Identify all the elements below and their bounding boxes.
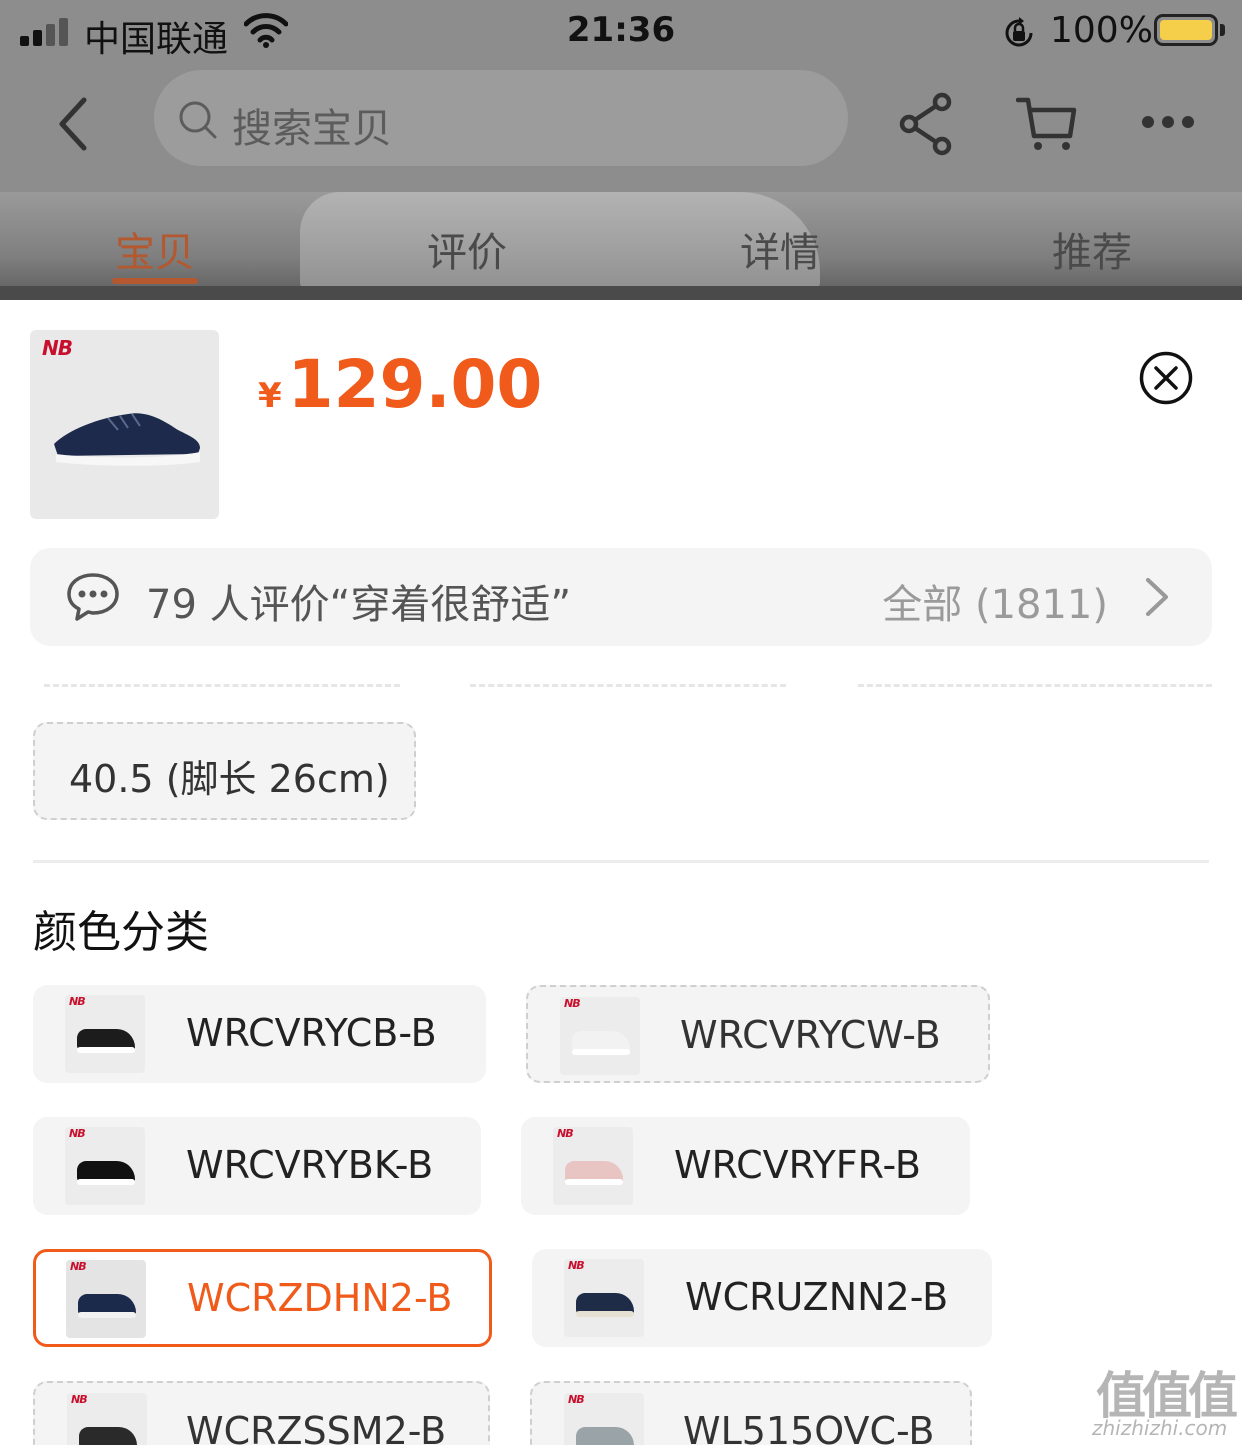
- color-option[interactable]: NB WRCVRYBK-B: [33, 1117, 481, 1215]
- status-bar: 中国联通 21:36 100%: [0, 0, 1242, 64]
- watermark-url: zhizhizhi.com: [1092, 1416, 1228, 1440]
- brand-logo: NB: [42, 336, 73, 360]
- color-section-title: 颜色分类: [33, 907, 209, 958]
- section-divider: [33, 860, 1209, 863]
- color-option[interactable]: NB WL515OVC-B: [530, 1381, 972, 1445]
- color-option-label: WRCVRYCB-B: [186, 1011, 437, 1055]
- size-option-label: 40.5 (脚长 26cm): [69, 757, 390, 801]
- top-nav-bar: 搜索宝贝: [0, 64, 1242, 192]
- rotation-lock-icon: [1005, 17, 1033, 47]
- page-backdrop[interactable]: 中国联通 21:36 100% 搜索宝贝 宝贝 评价 详情 推荐: [0, 0, 1242, 300]
- brand-logo: NB: [69, 995, 86, 1008]
- navy-shoe-image: [54, 413, 200, 466]
- color-option[interactable]: NB WRCVRYFR-B: [521, 1117, 970, 1215]
- color-option[interactable]: NB WRCVRYCW-B: [526, 985, 990, 1083]
- active-tab-indicator: [112, 278, 198, 284]
- color-option-selected[interactable]: NB WCRZDHN2-B: [33, 1249, 492, 1347]
- color-option-label: WRCVRYCW-B: [680, 1013, 941, 1057]
- price-value: 129.00: [287, 346, 543, 423]
- tab-details[interactable]: 详情: [680, 220, 880, 278]
- search-icon: [179, 101, 217, 139]
- cart-icon[interactable]: [1016, 94, 1078, 154]
- color-option-label: WRCVRYFR-B: [674, 1143, 921, 1187]
- brand-logo: NB: [568, 1393, 585, 1406]
- review-summary-bar[interactable]: 79 人评价“穿着很舒适” 全部 (1811): [30, 548, 1212, 646]
- sku-selection-sheet: NB ¥129.00 79 人评价“穿着很舒适” 全部 (1811) 40.5 …: [0, 300, 1242, 1445]
- color-thumbnail: NB: [65, 995, 145, 1073]
- color-option[interactable]: NB WRCVRYCB-B: [33, 985, 486, 1083]
- product-thumbnail[interactable]: NB: [30, 330, 219, 519]
- brand-logo: NB: [564, 997, 581, 1010]
- color-option-label: WCRZDHN2-B: [187, 1276, 453, 1320]
- tab-recommend[interactable]: 推荐: [992, 220, 1192, 278]
- color-thumbnail: NB: [560, 997, 640, 1075]
- color-thumbnail: NB: [65, 1127, 145, 1205]
- back-arrow-icon[interactable]: [52, 92, 98, 156]
- color-thumbnail: NB: [67, 1393, 147, 1445]
- battery-icon: [1154, 14, 1218, 46]
- color-option[interactable]: NB WCRUZNN2-B: [532, 1249, 992, 1347]
- brand-logo: NB: [70, 1260, 87, 1273]
- battery-percentage: 100%: [1050, 10, 1153, 51]
- tab-item[interactable]: 宝贝: [55, 220, 255, 278]
- close-icon[interactable]: [1138, 350, 1194, 406]
- brand-logo: NB: [71, 1393, 88, 1406]
- color-option-label: WRCVRYBK-B: [186, 1143, 434, 1187]
- site-watermark: 值值值 zhizhizhi.com: [1092, 1356, 1242, 1445]
- chat-bubble-icon: [67, 573, 119, 621]
- tab-reviews[interactable]: 评价: [367, 220, 567, 278]
- size-option-disabled[interactable]: 40.5 (脚长 26cm): [33, 722, 416, 820]
- color-option[interactable]: NB WCRZSSM2-B: [33, 1381, 490, 1445]
- review-count: 全部 (1811): [882, 582, 1108, 628]
- more-options-icon[interactable]: [1140, 112, 1196, 132]
- search-bar[interactable]: 搜索宝贝: [154, 70, 848, 166]
- color-option-label: WCRZSSM2-B: [186, 1409, 447, 1445]
- brand-logo: NB: [568, 1259, 585, 1272]
- color-thumbnail: NB: [553, 1127, 633, 1205]
- color-thumbnail: NB: [564, 1393, 644, 1445]
- size-option-partial: [858, 684, 1212, 687]
- chevron-right-icon: [1146, 578, 1168, 616]
- review-highlight: 79 人评价“穿着很舒适”: [146, 582, 572, 628]
- brand-logo: NB: [69, 1127, 86, 1140]
- brand-logo: NB: [557, 1127, 574, 1140]
- search-placeholder: 搜索宝贝: [232, 106, 392, 152]
- color-thumbnail: NB: [564, 1259, 644, 1337]
- color-option-label: WL515OVC-B: [683, 1409, 935, 1445]
- share-icon[interactable]: [898, 92, 956, 156]
- battery-tip: [1220, 24, 1225, 36]
- color-thumbnail: NB: [66, 1260, 146, 1338]
- size-option-partial: [44, 684, 400, 687]
- size-option-partial: [470, 684, 786, 687]
- color-option-label: WCRUZNN2-B: [685, 1275, 949, 1319]
- price-currency: ¥: [258, 376, 282, 416]
- price: ¥129.00: [258, 346, 542, 423]
